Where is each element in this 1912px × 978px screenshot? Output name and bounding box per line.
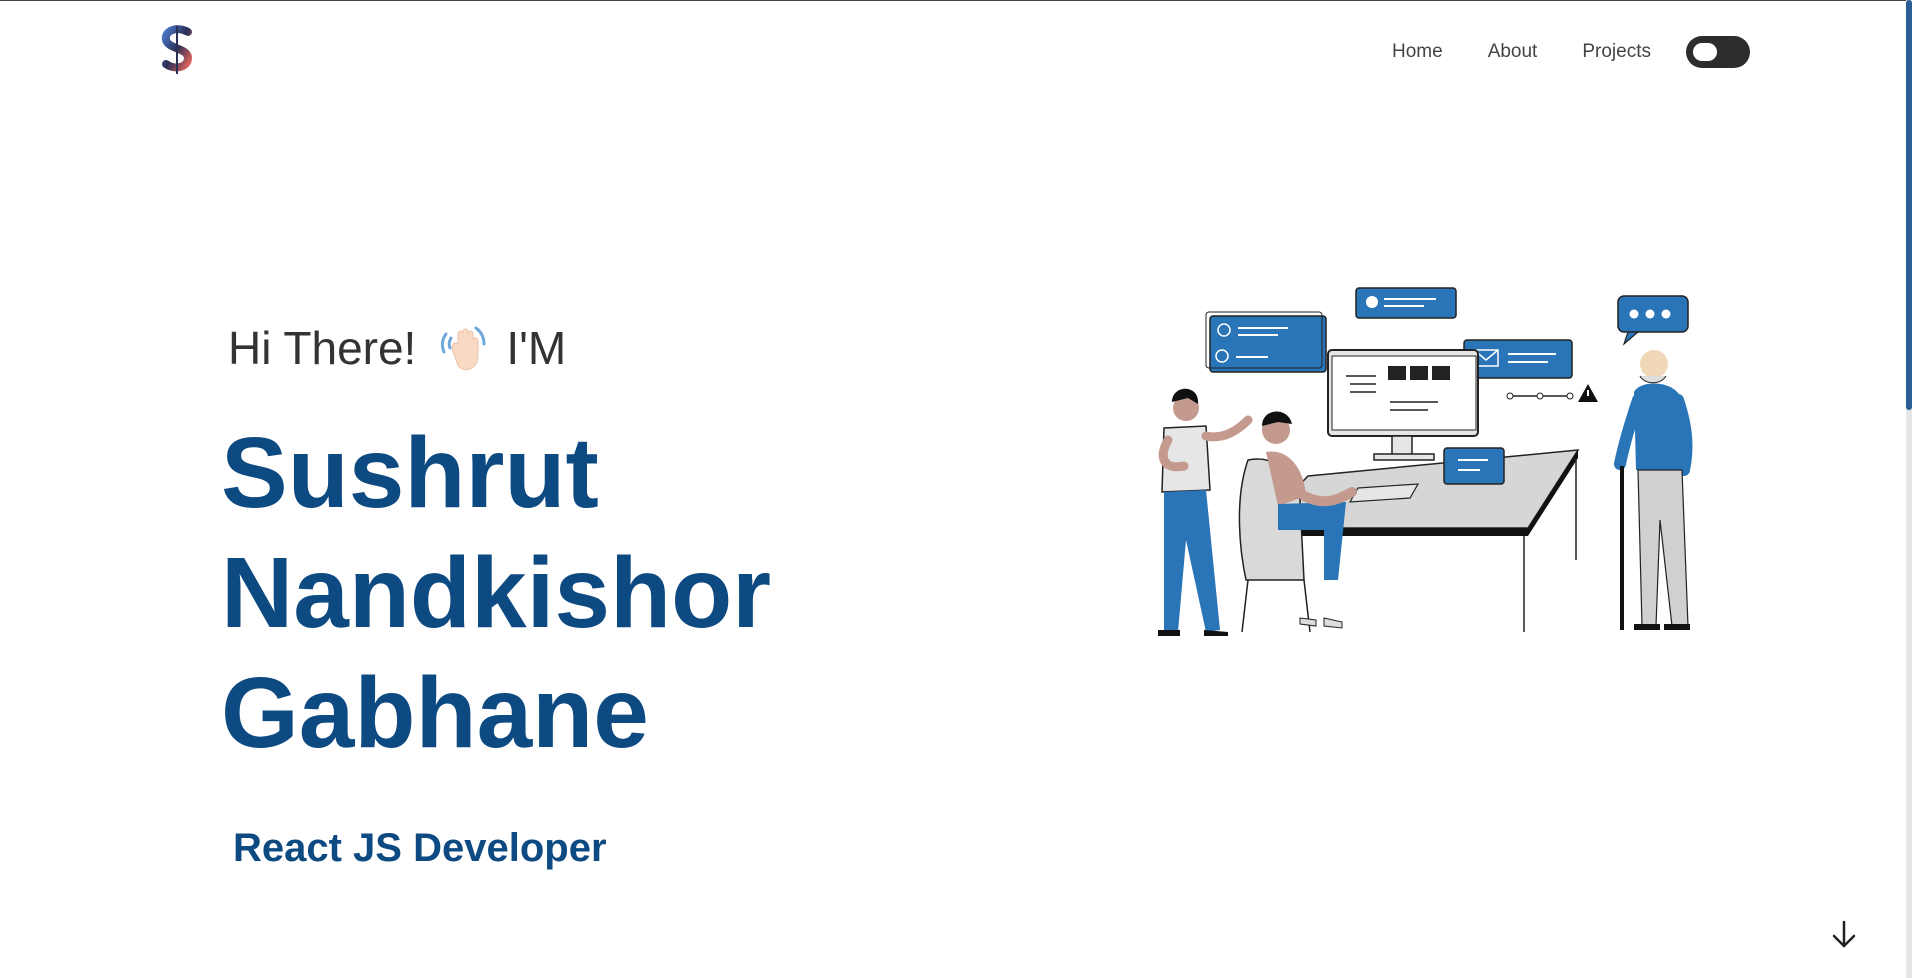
- greeting-im-text: I'M: [506, 322, 567, 374]
- monitor: [1327, 349, 1479, 461]
- name-last: Gabhane: [221, 657, 649, 769]
- ui-card-top: [1355, 287, 1457, 319]
- main-nav: Home About Projects: [1392, 36, 1750, 68]
- waving-hand-icon: [441, 326, 486, 371]
- standing-person-left: [1158, 388, 1253, 636]
- name-middle: Nandkishor: [221, 537, 772, 649]
- ui-card-left: [1205, 311, 1327, 373]
- seated-person: [1238, 411, 1357, 633]
- hero-name: Sushrut Nandkishor Gabhane: [221, 413, 771, 773]
- nav-about-link[interactable]: About: [1488, 40, 1538, 64]
- developers-illustration: [1158, 287, 1693, 636]
- chat-bubble: [1617, 295, 1689, 346]
- hero-role: React JS Developer: [233, 826, 607, 870]
- toggle-knob: [1692, 43, 1717, 61]
- standing-person-right: [1614, 350, 1693, 630]
- page-scrollbar[interactable]: [1906, 0, 1912, 978]
- arrow-down-icon[interactable]: [1828, 918, 1860, 950]
- s-logo-icon[interactable]: [158, 24, 198, 76]
- theme-toggle[interactable]: [1685, 36, 1750, 68]
- hero-greeting: Hi There! I'M: [228, 320, 566, 376]
- nav-home-link[interactable]: Home: [1392, 40, 1443, 64]
- name-first: Sushrut: [221, 417, 599, 529]
- scrollbar-thumb[interactable]: [1906, 0, 1912, 410]
- desk: [1256, 447, 1580, 632]
- window-top-border: [0, 0, 1912, 1]
- greeting-text: Hi There!: [228, 322, 417, 374]
- nav-projects-link[interactable]: Projects: [1582, 40, 1651, 64]
- ui-card-email: [1463, 339, 1573, 379]
